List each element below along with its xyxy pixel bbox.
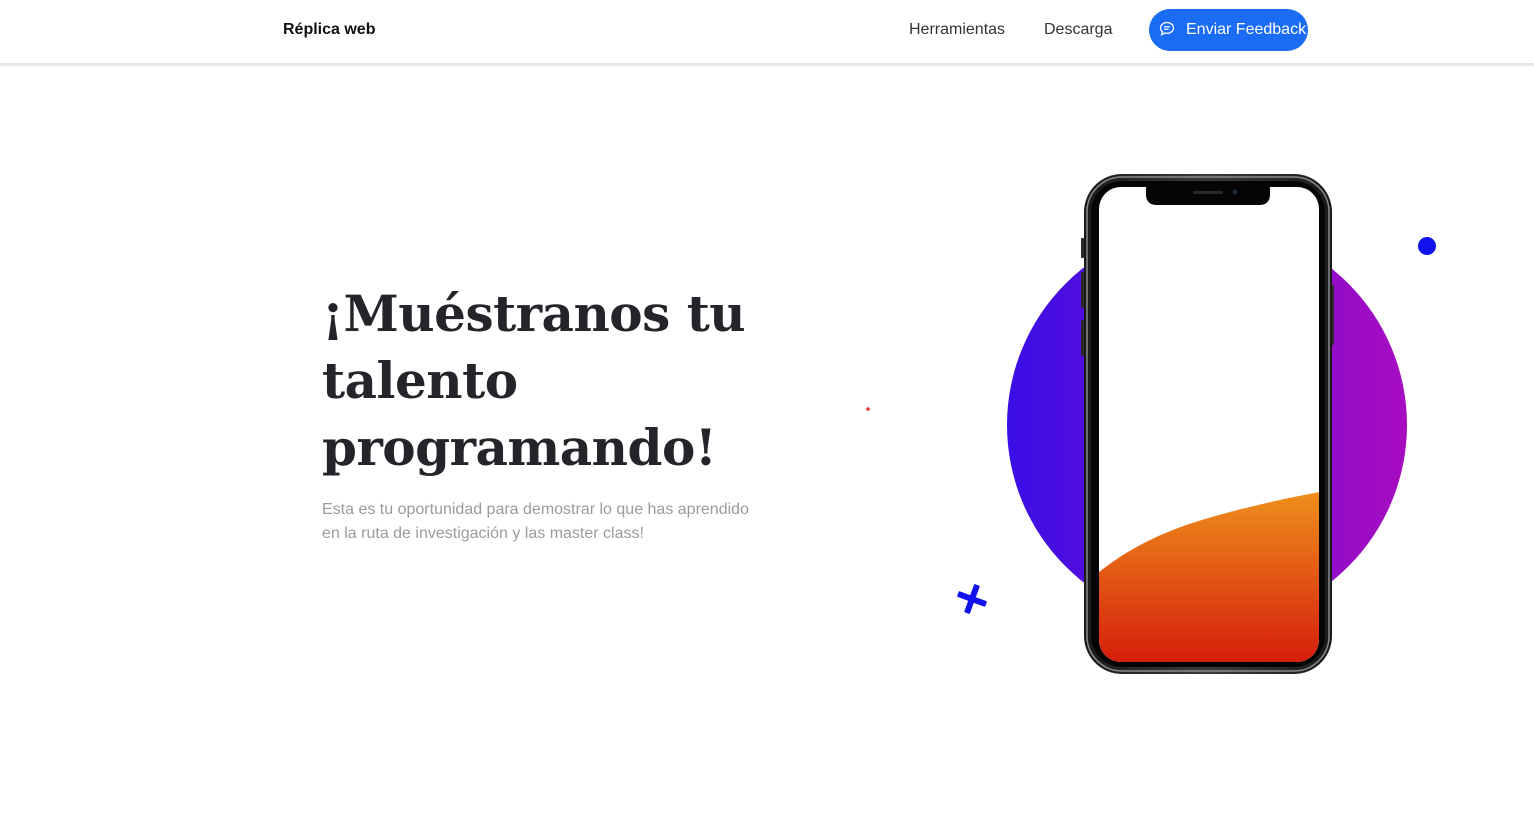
nav-link-download[interactable]: Descarga xyxy=(1044,20,1112,40)
hero-title: ¡Muéstranos tu talento programando! xyxy=(322,284,746,477)
decorative-red-dot xyxy=(866,407,870,411)
chat-bubble-icon xyxy=(1159,21,1175,37)
navbar: Réplica web Herramientas Descarga Enviar… xyxy=(0,0,1534,66)
hero-subtitle: Esta es tu oportunidad para demostrar lo… xyxy=(322,501,749,542)
phone-mockup xyxy=(1084,174,1332,674)
decorative-blue-dot xyxy=(1418,237,1436,255)
nav-link-tools[interactable]: Herramientas xyxy=(909,20,1005,40)
send-feedback-button[interactable]: Enviar Feedback xyxy=(1149,9,1308,51)
decorative-cross-icon xyxy=(957,584,987,614)
brand-logo[interactable]: Réplica web xyxy=(283,20,375,40)
send-feedback-label: Enviar Feedback xyxy=(1186,21,1307,38)
gradient-circle xyxy=(1007,225,1407,625)
